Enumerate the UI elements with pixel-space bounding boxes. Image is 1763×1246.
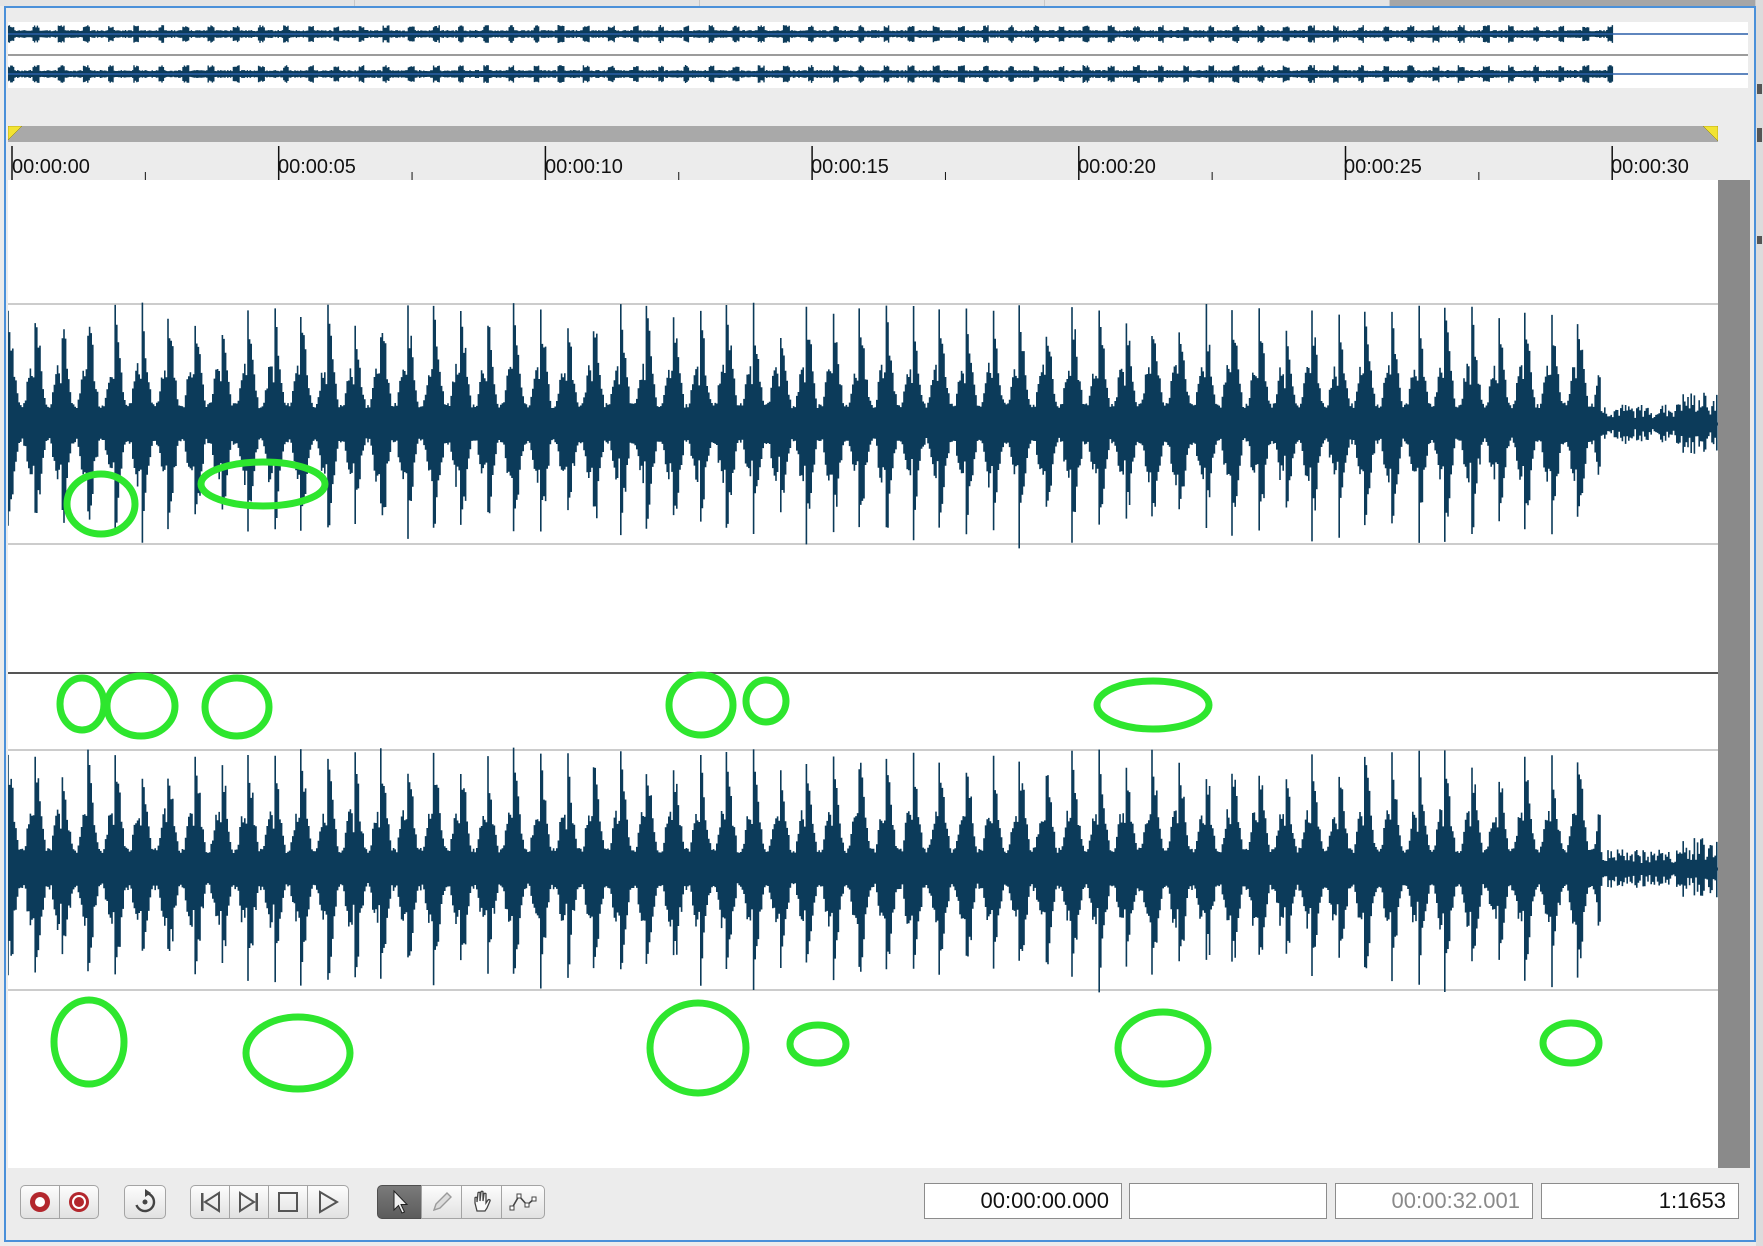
envelope-tool-button[interactable] — [501, 1185, 545, 1219]
annotation-loop — [56, 674, 108, 734]
annotation-loop — [1114, 1008, 1212, 1088]
play-icon — [319, 1190, 339, 1214]
annotation-loop — [1093, 677, 1213, 733]
select-tool-icon — [393, 1189, 408, 1214]
tick-label-0: 00:00:00 — [12, 156, 90, 178]
go-to-start-icon — [201, 1191, 220, 1213]
annotation-loop — [50, 996, 128, 1088]
annotation-loop — [786, 1021, 850, 1067]
hand-tool-icon — [473, 1190, 491, 1212]
tick-label-20: 00:00:20 — [1078, 156, 1156, 178]
time-ruler[interactable]: 00:00:00 00:00:05 00:00:10 00:00:15 00:0… — [8, 142, 1718, 180]
annotation-loop — [1539, 1019, 1603, 1067]
start-marker-icon[interactable] — [8, 126, 23, 141]
pencil-tool-button[interactable] — [421, 1185, 462, 1219]
annotation-loop — [103, 672, 179, 740]
transport-toolbar: 00:00:00.000 00:00:32.001 1:1653 — [8, 1168, 1750, 1238]
annotation-loop — [646, 999, 750, 1097]
cursor-position-field[interactable]: 00:00:00.000 — [924, 1183, 1122, 1219]
record-armed-button[interactable] — [59, 1185, 99, 1219]
pencil-tool-icon — [432, 1192, 452, 1212]
annotation-loop — [63, 470, 139, 538]
annotation-loop — [242, 1013, 354, 1093]
length-field[interactable]: 00:00:32.001 — [1335, 1183, 1533, 1219]
waveform-editor[interactable] — [8, 180, 1718, 1168]
go-to-start-button[interactable] — [190, 1185, 230, 1219]
selection-field[interactable] — [1129, 1183, 1327, 1219]
stop-icon — [278, 1192, 298, 1212]
loop-button[interactable] — [124, 1185, 166, 1219]
tick-label-10: 00:00:10 — [545, 156, 623, 178]
overview-waveform-graphic — [7, 25, 1748, 83]
vertical-scrollbar[interactable] — [1718, 180, 1750, 1168]
go-to-end-icon — [239, 1191, 258, 1213]
waveform-channels — [8, 302, 1718, 1097]
channel-waveform — [8, 302, 1718, 549]
window-edge — [1756, 0, 1763, 1246]
record-armed-icon — [69, 1192, 89, 1212]
tick-label-30: 00:00:30 — [1611, 156, 1689, 178]
horizontal-scrollbar[interactable] — [8, 126, 1718, 142]
annotation-loop — [201, 674, 273, 740]
end-marker-icon[interactable] — [1702, 126, 1718, 142]
overview-waveform[interactable] — [7, 22, 1748, 88]
channel-waveform — [8, 747, 1718, 993]
record-button[interactable] — [20, 1185, 60, 1219]
play-button[interactable] — [307, 1185, 349, 1219]
select-tool-button[interactable] — [377, 1185, 422, 1219]
tick-label-15: 00:00:15 — [811, 156, 889, 178]
tick-label-25: 00:00:25 — [1344, 156, 1422, 178]
annotation-loop — [742, 676, 790, 726]
annotation-loop — [665, 671, 737, 739]
stop-button[interactable] — [268, 1185, 308, 1219]
loop-icon — [135, 1189, 156, 1213]
tick-label-5: 00:00:05 — [278, 156, 356, 178]
go-to-end-button[interactable] — [229, 1185, 269, 1219]
envelope-tool-icon — [509, 1193, 537, 1211]
zoom-field[interactable]: 1:1653 — [1541, 1183, 1739, 1219]
record-icon — [30, 1192, 50, 1212]
hand-tool-button[interactable] — [461, 1185, 502, 1219]
